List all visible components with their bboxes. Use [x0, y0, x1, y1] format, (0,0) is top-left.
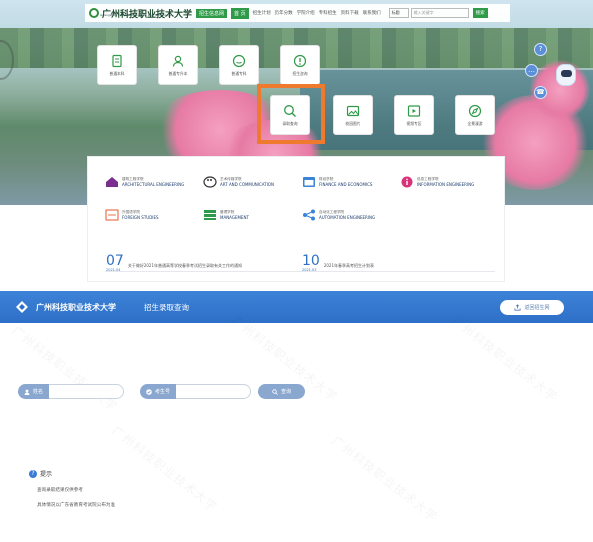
- watermark: 广州科技职业技术大学: [449, 312, 562, 405]
- portal-nav: 招生计划 历年分数 学院介绍 专科招生 资料下载 联系我们: [253, 10, 381, 16]
- tile-label: 校园图片: [345, 120, 361, 126]
- check-icon: [146, 388, 152, 395]
- exam-number-label: 考生号: [140, 384, 177, 399]
- book-icon: [105, 209, 119, 221]
- tile-junior-college[interactable]: 普通专科: [219, 45, 259, 85]
- tip-line: 查询录取结果仅供参考: [37, 488, 83, 493]
- help-icon[interactable]: ?: [534, 43, 547, 56]
- nav-home[interactable]: 首 页: [231, 7, 249, 19]
- search-type-select[interactable]: 标题: [388, 8, 409, 18]
- compass-icon: [468, 104, 482, 117]
- college-item[interactable]: 自动化工程学院 AUTOMATION ENGINEERING: [302, 209, 375, 221]
- tile-upgrade[interactable]: 普通专升本: [158, 45, 198, 85]
- chat-bubble-icon[interactable]: …: [525, 64, 538, 77]
- tile-panorama[interactable]: 全景漫游: [455, 95, 495, 135]
- tile-label: 视频专区: [406, 120, 422, 126]
- exam-number-field: 考生号: [140, 384, 252, 399]
- person-icon: [24, 389, 30, 395]
- university-name: 广州科技职业技术大学: [36, 302, 116, 312]
- college-item[interactable]: 财经学院 FINANCE AND ECONOMICS: [302, 176, 372, 188]
- nav-item[interactable]: 专科招生: [319, 10, 337, 16]
- portal-search-input[interactable]: 输入关键字: [410, 8, 469, 18]
- news-item[interactable]: 07 2021.04 关于做好2021年普通高等学校春季考试招生录取有关工作的通知: [106, 253, 243, 272]
- admission-badge: 招生信息网: [196, 8, 228, 18]
- chat-icon: [232, 54, 246, 67]
- phone-icon[interactable]: ☎: [534, 86, 547, 99]
- system-title: 招生录取查询: [144, 302, 189, 312]
- tile-label: 招生咨询: [292, 70, 308, 76]
- nav-item[interactable]: 招生计划: [253, 10, 271, 16]
- tile-video[interactable]: 视频专区: [394, 95, 434, 135]
- question-icon: ?: [29, 469, 37, 478]
- news-title: 2021年春季高考招生计划表: [323, 263, 375, 268]
- nav-item[interactable]: 资料下载: [341, 10, 359, 16]
- watermark: 广州科技职业技术大学: [109, 422, 222, 515]
- tile-undergraduate[interactable]: 普通本科: [97, 45, 137, 85]
- watermark: 广州科技职业技术大学: [329, 432, 442, 525]
- query-button[interactable]: 查询: [258, 384, 305, 399]
- stack-icon: [204, 210, 216, 220]
- name-input[interactable]: [49, 384, 125, 399]
- news-day: 10: [302, 253, 320, 269]
- nav-item[interactable]: 联系我们: [363, 10, 381, 16]
- news-day: 07: [106, 253, 124, 269]
- tile-consult[interactable]: 招生咨询: [280, 45, 320, 85]
- college-item[interactable]: 外国语学院 FOREIGN STUDIES: [105, 209, 159, 221]
- exam-number-input[interactable]: [176, 384, 252, 399]
- tile-campus-photos[interactable]: 校园图片: [333, 95, 373, 135]
- tips-title: 提示: [40, 471, 53, 478]
- college-item[interactable]: 信息工程学院 INFORMATION ENGINEERING: [400, 176, 474, 188]
- portal-brand-en: Guangzhou Institute of Science and Techn…: [100, 13, 172, 17]
- video-icon: [407, 104, 421, 117]
- calendar-icon: [303, 177, 315, 187]
- tile-label: 普通专科: [231, 70, 247, 76]
- watermark: 广州科技职业技术大学: [9, 322, 122, 415]
- school-logo-icon: [89, 8, 99, 18]
- info-icon: [401, 176, 413, 188]
- nav-item[interactable]: 学院介绍: [297, 10, 315, 16]
- tile-label: 普通本科: [109, 70, 125, 76]
- alert-icon: [293, 54, 307, 67]
- tile-label: 全景漫游: [467, 120, 483, 126]
- user-icon: [172, 55, 184, 67]
- image-icon: [346, 105, 360, 116]
- portal-screenshot: 广州科技职业技术大学 招生信息网 首 页 招生计划 历年分数 学院介绍 专科招生…: [0, 0, 593, 290]
- college-item[interactable]: 艺术传媒学院 ART AND COMMUNICATION: [203, 176, 274, 188]
- college-item[interactable]: 管理学院 MANAGEMENT: [203, 209, 249, 221]
- portal-search-button[interactable]: 搜索: [472, 8, 488, 18]
- highlight-box: [257, 84, 325, 144]
- college-item[interactable]: 建筑工程学院 ARCHITECTURAL ENGINEERING: [105, 176, 184, 188]
- nav-item[interactable]: 历年分数: [275, 10, 293, 16]
- name-label: 姓名: [18, 384, 50, 399]
- tip-line: 具体情况以广东省教育考试院公布为准: [37, 503, 116, 508]
- palette-icon: [203, 176, 217, 188]
- news-title: 关于做好2021年普通高等学校春季考试招生录取有关工作的通知: [127, 263, 243, 268]
- document-icon: [112, 54, 122, 67]
- university-logo-icon: [16, 301, 28, 313]
- name-field: 姓名: [18, 384, 125, 399]
- share-icon: [514, 304, 522, 311]
- query-header: 广州科技职业技术大学 招生录取查询 返回招生网: [0, 291, 593, 323]
- house-icon: [106, 177, 118, 187]
- robot-assistant-icon[interactable]: [556, 64, 576, 86]
- search-icon: [272, 388, 278, 395]
- network-icon: [303, 209, 315, 221]
- back-to-portal-button[interactable]: 返回招生网: [500, 300, 564, 315]
- divider: [105, 271, 495, 272]
- tile-label: 普通专升本: [168, 70, 188, 76]
- tips-header: ? 提示: [29, 469, 52, 478]
- news-item[interactable]: 10 2021.03 2021年春季高考招生计划表: [302, 253, 375, 272]
